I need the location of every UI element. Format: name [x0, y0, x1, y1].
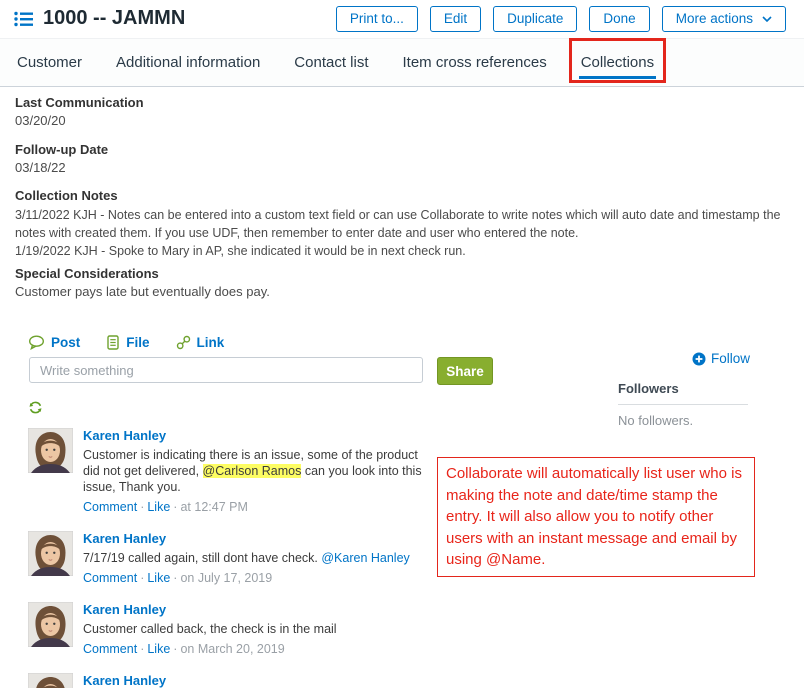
followers-divider: [618, 404, 748, 405]
tab-additional-information[interactable]: Additional information: [114, 46, 262, 79]
refresh-icon[interactable]: [28, 400, 43, 415]
comment-item-2: Karen Hanley 7/17/19 called again, still…: [28, 531, 438, 586]
no-followers-text: No followers.: [618, 413, 693, 428]
comment-author-link[interactable]: Karen Hanley: [83, 602, 337, 618]
chevron-down-icon: [762, 16, 772, 22]
annotation-note: Collaborate will automatically list user…: [437, 457, 755, 577]
write-something-input[interactable]: [29, 357, 423, 383]
done-button[interactable]: Done: [589, 6, 649, 32]
followers-title: Followers: [618, 381, 679, 396]
comment-link[interactable]: Comment: [83, 642, 137, 656]
comment-text: Customer called back, the check is in th…: [83, 621, 337, 637]
plus-circle-icon: [692, 352, 706, 366]
collection-notes-text: 3/11/2022 KJH - Notes can be entered int…: [15, 206, 797, 260]
comment-meta: Comment·Like·on March 20, 2019: [83, 641, 337, 657]
composer-actions: Post File: [28, 335, 224, 350]
mention-highlight: @Carlson Ramos: [203, 464, 302, 478]
comment-link[interactable]: Comment: [83, 571, 137, 585]
tab-bar: Customer Additional information Contact …: [0, 38, 804, 87]
link-action[interactable]: Link: [176, 335, 225, 350]
comment-timestamp: on July 17, 2019: [180, 571, 272, 585]
header-actions: Print to... Edit Duplicate Done More act…: [336, 6, 786, 32]
like-link[interactable]: Like: [147, 500, 170, 514]
comment-feed: Karen Hanley Customer is indicating ther…: [28, 428, 438, 688]
tab-item-cross-references[interactable]: Item cross references: [401, 46, 549, 79]
avatar[interactable]: [28, 428, 73, 473]
follow-up-date-label: Follow-up Date: [15, 142, 108, 157]
collaborate-section: Post File: [0, 330, 804, 688]
document-icon: [106, 335, 120, 350]
follow-up-date-value: 03/18/22: [15, 160, 66, 175]
comment-timestamp: on March 20, 2019: [180, 642, 284, 656]
comment-author-link[interactable]: Karen Hanley: [83, 428, 435, 444]
special-considerations-text: Customer pays late but eventually does p…: [15, 284, 270, 299]
comment-text: 7/17/19 called again, still dont have ch…: [83, 550, 410, 566]
page-title: 1000 -- JAMMN: [43, 7, 185, 30]
share-button[interactable]: Share: [437, 357, 493, 385]
comment-timestamp: at 12:47 PM: [180, 500, 247, 514]
last-communication-value: 03/20/20: [15, 113, 66, 128]
tab-collections[interactable]: Collections: [579, 46, 656, 79]
special-considerations-label: Special Considerations: [15, 266, 159, 281]
post-action[interactable]: Post: [28, 335, 80, 350]
collection-notes-label: Collection Notes: [15, 188, 118, 203]
comment-item-3: Karen Hanley Customer called back, the c…: [28, 602, 438, 657]
comment-link[interactable]: Comment: [83, 500, 137, 514]
more-actions-button[interactable]: More actions: [662, 6, 786, 32]
comment-author-link[interactable]: Karen Hanley: [83, 673, 435, 688]
last-communication-label: Last Communication: [15, 95, 144, 110]
comment-meta: Comment·Like·on July 17, 2019: [83, 570, 410, 586]
file-action[interactable]: File: [106, 335, 149, 350]
tab-contact-list[interactable]: Contact list: [292, 46, 370, 79]
avatar[interactable]: [28, 602, 73, 647]
comment-author-link[interactable]: Karen Hanley: [83, 531, 410, 547]
tab-customer[interactable]: Customer: [15, 46, 84, 79]
avatar[interactable]: [28, 673, 73, 688]
customer-record-page: 1000 -- JAMMN Print to... Edit Duplicate…: [0, 0, 804, 688]
avatar[interactable]: [28, 531, 73, 576]
mention-link[interactable]: @Karen Hanley: [321, 551, 409, 565]
comment-item-4: Karen Hanley Called customer 3/20/19 reg…: [28, 673, 438, 688]
like-link[interactable]: Like: [147, 642, 170, 656]
speech-bubble-icon: [28, 335, 45, 350]
comment-item-1: Karen Hanley Customer is indicating ther…: [28, 428, 438, 515]
like-link[interactable]: Like: [147, 571, 170, 585]
duplicate-button[interactable]: Duplicate: [493, 6, 577, 32]
header-bar: 1000 -- JAMMN Print to... Edit Duplicate…: [0, 0, 804, 37]
chain-link-icon: [176, 335, 191, 350]
list-icon[interactable]: [14, 11, 33, 27]
follow-link[interactable]: Follow: [692, 351, 750, 366]
comment-text: Customer is indicating there is an issue…: [83, 447, 435, 495]
edit-button[interactable]: Edit: [430, 6, 481, 32]
print-to-button[interactable]: Print to...: [336, 6, 418, 32]
comment-meta: Comment·Like·at 12:47 PM: [83, 499, 435, 515]
